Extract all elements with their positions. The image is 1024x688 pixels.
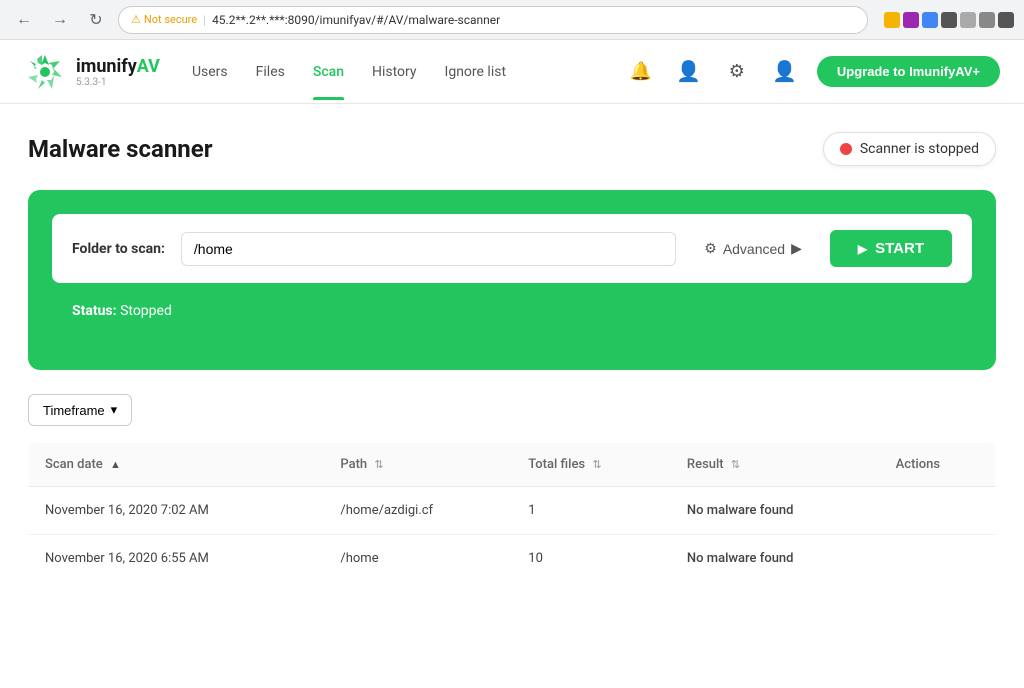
bell-icon: 🔔 (630, 61, 652, 82)
ext-icon-4 (941, 12, 957, 28)
play-icon: ▶ (858, 242, 867, 256)
cell-total-files: 10 (512, 535, 671, 583)
extension-icons (884, 12, 1014, 28)
folder-input[interactable] (181, 232, 676, 266)
browser-action-icons (884, 12, 1014, 28)
ext-icon-7 (998, 12, 1014, 28)
browser-toolbar: ← → ↻ ⚠ Not secure | 45.2**.2**.***:8090… (0, 0, 1024, 40)
upgrade-button[interactable]: Upgrade to ImunifyAV+ (817, 56, 1000, 87)
main-page: imunifyAV 5.3.3-1 Users Files Scan Histo… (0, 40, 1024, 688)
nav-links: Users Files Scan History Ignore list (192, 44, 593, 100)
status-dot-icon (840, 143, 852, 155)
status-value: Stopped (120, 303, 172, 319)
ext-icon-1 (884, 12, 900, 28)
ext-icon-2 (903, 12, 919, 28)
page-header: Malware scanner Scanner is stopped (28, 132, 996, 166)
timeframe-button[interactable]: Timeframe ▾ (28, 394, 132, 426)
nav-item-ignore-list[interactable]: Ignore list (445, 44, 507, 100)
page-content: Malware scanner Scanner is stopped Folde… (0, 104, 1024, 583)
settings-button[interactable]: ⚙ (721, 56, 753, 88)
advanced-label: Advanced (723, 241, 785, 257)
cell-path: /home/azdigi.cf (324, 487, 512, 535)
timeframe-label: Timeframe (43, 403, 105, 418)
nav-item-users[interactable]: Users (192, 44, 228, 100)
nav-item-history[interactable]: History (372, 44, 417, 100)
logo-brand: imunifyAV (76, 56, 160, 77)
nav-item-scan[interactable]: Scan (313, 44, 344, 100)
ext-icon-5 (960, 12, 976, 28)
ext-icon-6 (979, 12, 995, 28)
scan-status-text: Status: Stopped (72, 303, 172, 319)
cell-result: No malware found (671, 487, 880, 535)
page-title: Malware scanner (28, 135, 213, 163)
cell-path: /home (324, 535, 512, 583)
back-button[interactable]: ← (10, 6, 38, 34)
cell-total-files: 1 (512, 487, 671, 535)
profile-button[interactable]: 👤 (769, 56, 801, 88)
table-body: November 16, 2020 7:02 AM /home/azdigi.c… (29, 487, 996, 583)
start-scan-button[interactable]: ▶ START (830, 230, 952, 267)
cell-scan-date: November 16, 2020 6:55 AM (29, 535, 325, 583)
scan-history-table: Scan date ▲ Path ⇅ Total files ⇅ Result … (28, 442, 996, 583)
cell-actions (880, 535, 996, 583)
dropdown-icon: ▾ (111, 402, 118, 418)
col-scan-date[interactable]: Scan date ▲ (29, 443, 325, 487)
security-indicator: ⚠ Not secure (131, 13, 197, 26)
user-avatar-icon: 👤 (676, 59, 701, 84)
notifications-button[interactable]: 🔔 (625, 56, 657, 88)
chevron-right-icon: ▶ (791, 240, 802, 257)
logo-version: 5.3.3-1 (76, 77, 160, 88)
table-header: Scan date ▲ Path ⇅ Total files ⇅ Result … (29, 443, 996, 487)
col-total-files[interactable]: Total files ⇅ (512, 443, 671, 487)
table-row: November 16, 2020 6:55 AM /home 10 No ma… (29, 535, 996, 583)
cell-scan-date: November 16, 2020 7:02 AM (29, 487, 325, 535)
sort-asc-icon: ▲ (110, 458, 121, 471)
avatar-button[interactable]: 👤 (673, 56, 705, 88)
refresh-button[interactable]: ↻ (82, 6, 110, 34)
scan-panel: Folder to scan: ⚙ Advanced ▶ ▶ START Sta… (28, 190, 996, 370)
navbar: imunifyAV 5.3.3-1 Users Files Scan Histo… (0, 40, 1024, 104)
advanced-button[interactable]: ⚙ Advanced ▶ (692, 232, 814, 265)
forward-button[interactable]: → (46, 6, 74, 34)
ext-icon-3 (922, 12, 938, 28)
scan-status-row: Status: Stopped (52, 283, 972, 343)
url-text: 45.2**.2**.***:8090/imunifyav/#/AV/malwa… (212, 13, 500, 27)
col-path[interactable]: Path ⇅ (324, 443, 512, 487)
table-row: November 16, 2020 7:02 AM /home/azdigi.c… (29, 487, 996, 535)
scanner-status-text: Scanner is stopped (860, 141, 979, 157)
nav-item-files[interactable]: Files (256, 44, 285, 100)
security-label: Not secure (144, 13, 197, 26)
gear-icon: ⚙ (729, 61, 745, 82)
cell-result: No malware found (671, 535, 880, 583)
cell-actions (880, 487, 996, 535)
nav-actions: 🔔 👤 ⚙ 👤 Upgrade to ImunifyAV+ (625, 56, 1000, 88)
logo-text: imunifyAV 5.3.3-1 (76, 56, 160, 88)
scanner-status-badge: Scanner is stopped (823, 132, 996, 166)
start-label: START (875, 240, 924, 257)
status-label: Status: (72, 303, 117, 319)
col-actions: Actions (880, 443, 996, 487)
col-result[interactable]: Result ⇅ (671, 443, 880, 487)
profile-icon: 👤 (772, 59, 797, 84)
sort-both-icon-2: ⇅ (592, 458, 601, 471)
sort-both-icon-3: ⇅ (731, 458, 740, 471)
address-bar[interactable]: ⚠ Not secure | 45.2**.2**.***:8090/imuni… (118, 6, 868, 34)
logo-icon (24, 51, 66, 93)
folder-label: Folder to scan: (72, 241, 165, 257)
gear-icon: ⚙ (704, 240, 717, 257)
scan-controls: Folder to scan: ⚙ Advanced ▶ ▶ START (52, 214, 972, 283)
sort-both-icon: ⇅ (374, 458, 383, 471)
logo-area: imunifyAV 5.3.3-1 (24, 51, 160, 93)
